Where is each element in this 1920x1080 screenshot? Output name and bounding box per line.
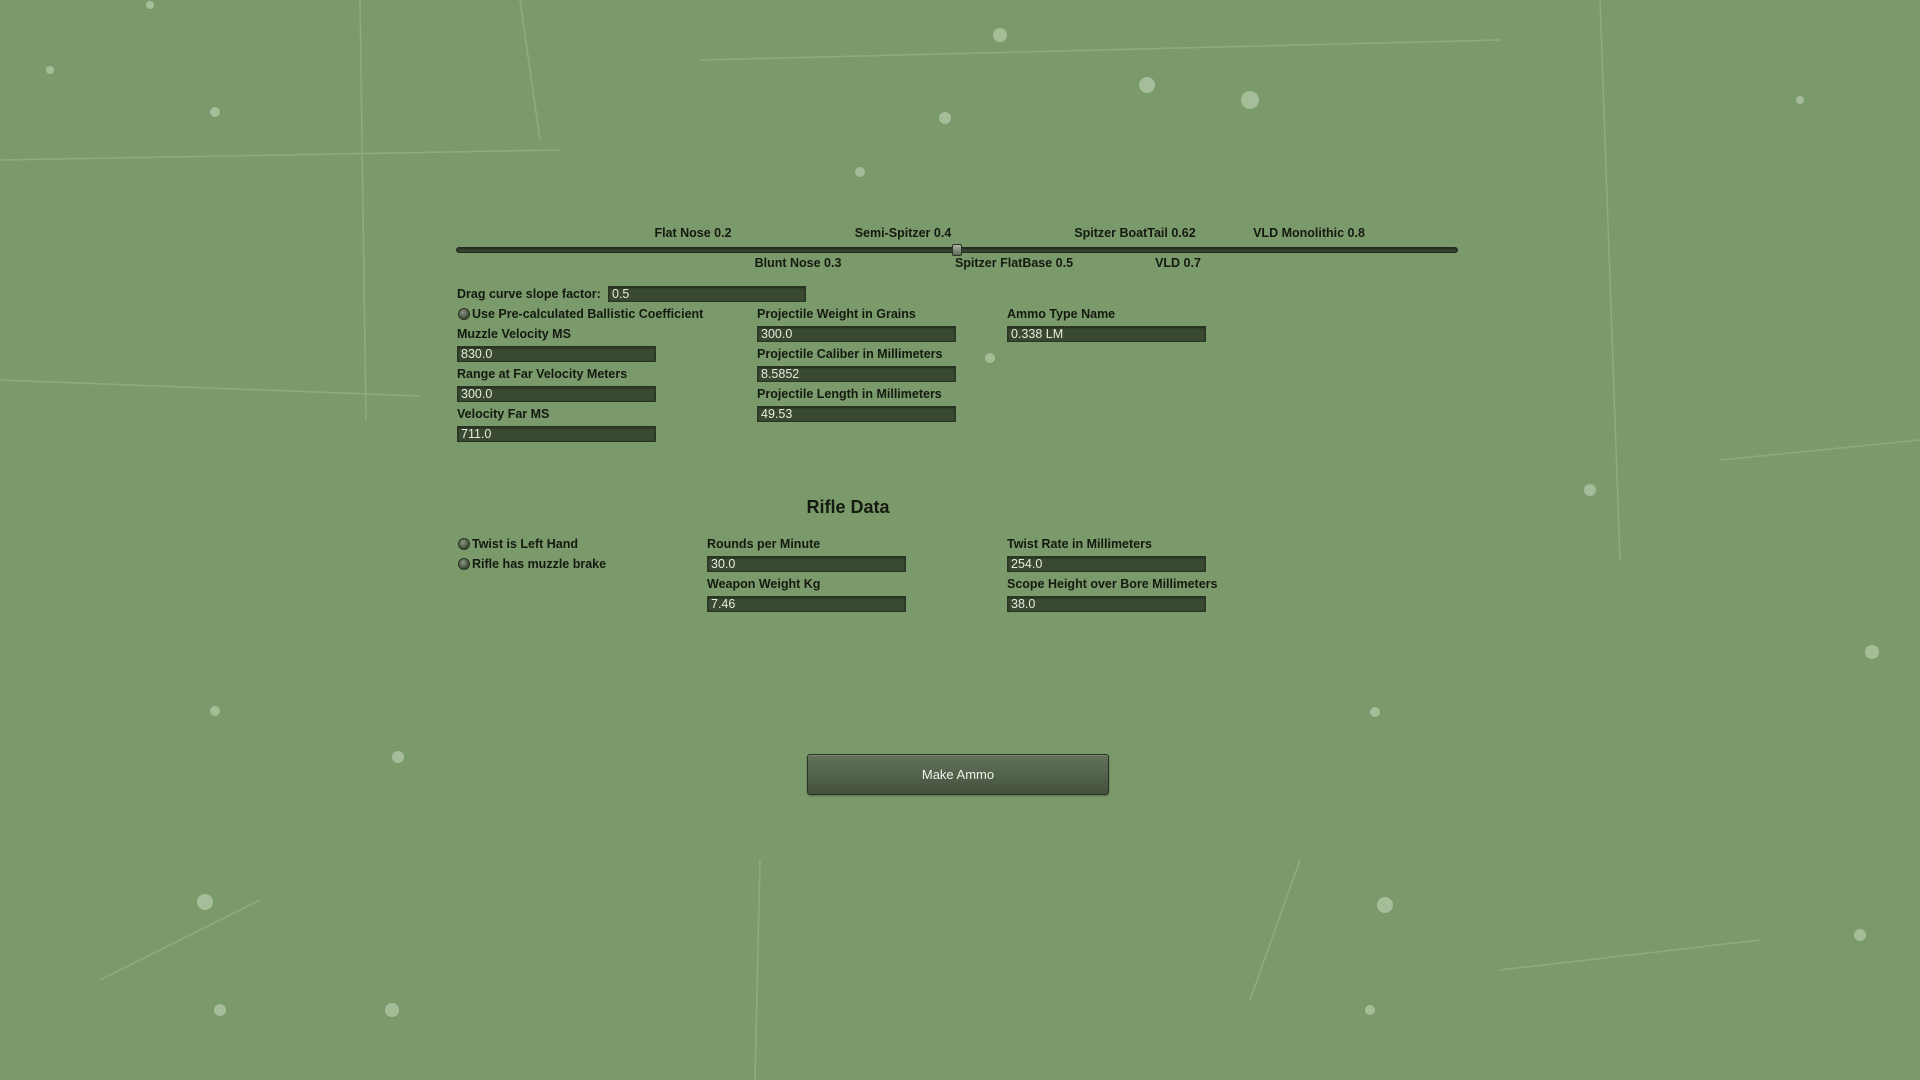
projectile-length-label: Projectile Length in Millimeters	[757, 387, 942, 401]
twist-left-checkbox[interactable]	[458, 538, 470, 550]
rounds-per-minute-input[interactable]	[707, 556, 906, 572]
weapon-weight-input[interactable]	[707, 596, 906, 612]
projectile-length-input[interactable]	[757, 406, 956, 422]
slider-label-blunt-nose: Blunt Nose 0.3	[754, 256, 842, 270]
muzzle-brake-checkbox[interactable]	[458, 558, 470, 570]
slider-label-spitzer-flatbase: Spitzer FlatBase 0.5	[954, 256, 1074, 270]
twist-rate-label: Twist Rate in Millimeters	[1007, 537, 1152, 551]
nose-shape-slider-thumb[interactable]	[952, 244, 962, 256]
twist-left-label: Twist is Left Hand	[472, 537, 579, 551]
drag-slope-input[interactable]	[608, 286, 806, 302]
muzzle-velocity-label: Muzzle Velocity MS	[457, 327, 571, 341]
range-far-label: Range at Far Velocity Meters	[457, 367, 628, 381]
slider-label-semi-spitzer: Semi-Spitzer 0.4	[854, 226, 952, 240]
velocity-far-label: Velocity Far MS	[457, 407, 550, 421]
make-ammo-button-label: Make Ammo	[921, 767, 995, 782]
ammo-type-name-input[interactable]	[1007, 326, 1206, 342]
make-ammo-button[interactable]: Make Ammo	[807, 754, 1109, 795]
muzzle-velocity-input[interactable]	[457, 346, 656, 362]
velocity-far-input[interactable]	[457, 426, 656, 442]
projectile-caliber-label: Projectile Caliber in Millimeters	[757, 347, 943, 361]
muzzle-brake-label: Rifle has muzzle brake	[472, 557, 607, 571]
weapon-weight-label: Weapon Weight Kg	[707, 577, 821, 591]
use-bc-checkbox[interactable]	[458, 308, 470, 320]
slider-label-vld-monolithic: VLD Monolithic 0.8	[1253, 226, 1365, 240]
rounds-per-minute-label: Rounds per Minute	[707, 537, 821, 551]
projectile-weight-label: Projectile Weight in Grains	[757, 307, 916, 321]
slider-label-flat-nose: Flat Nose 0.2	[654, 226, 732, 240]
rifle-data-heading: Rifle Data	[806, 497, 890, 517]
ammo-type-name-label: Ammo Type Name	[1007, 307, 1116, 321]
drag-slope-label: Drag curve slope factor:	[457, 287, 601, 301]
twist-rate-input[interactable]	[1007, 556, 1206, 572]
scope-height-label: Scope Height over Bore Millimeters	[1007, 577, 1218, 591]
projectile-caliber-input[interactable]	[757, 366, 956, 382]
scope-height-input[interactable]	[1007, 596, 1206, 612]
slider-label-spitzer-boattail: Spitzer BoatTail 0.62	[1074, 226, 1196, 240]
range-far-input[interactable]	[457, 386, 656, 402]
projectile-weight-input[interactable]	[757, 326, 956, 342]
background-texture	[0, 0, 1920, 1080]
use-bc-label: Use Pre-calculated Ballistic Coefficient	[472, 307, 704, 321]
slider-label-vld: VLD 0.7	[1155, 256, 1201, 270]
